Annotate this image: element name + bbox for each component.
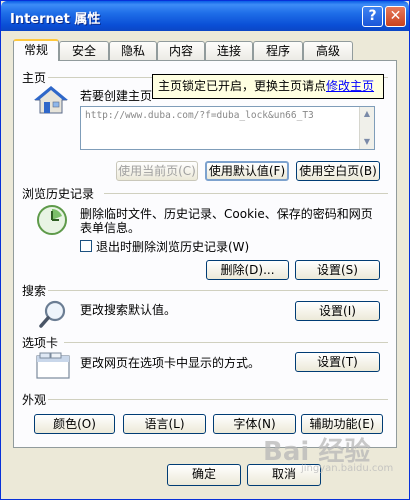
change-homepage-link[interactable]: 修改主页 <box>326 79 374 93</box>
history-divider <box>104 193 388 194</box>
languages-button[interactable]: 语言(L) <box>123 414 206 434</box>
title-bar[interactable]: Internet 属性 ? ✕ <box>1 1 409 31</box>
search-settings-button[interactable]: 设置(I) <box>295 301 380 321</box>
delete-on-exit-checkbox[interactable] <box>80 240 92 252</box>
homepage-url-text: http://www.duba.com/?f=duba_lock&un66_T3 <box>85 110 314 121</box>
home-section-label: 主页 <box>22 71 47 85</box>
tooltip-text: 主页锁定已开启，更换主页请点 <box>158 79 327 93</box>
house-icon <box>34 85 68 118</box>
appearance-section-label: 外观 <box>22 393 47 407</box>
general-panel: 主页 若要创建主页 主页锁定已开启，更换主页请点修改主页 http://www.… <box>13 60 397 448</box>
delete-history-button[interactable]: 删除(D)... <box>206 260 289 280</box>
use-default-button[interactable]: 使用默认值(F) <box>205 161 289 181</box>
window-title: Internet 属性 <box>10 12 101 27</box>
internet-options-window: Internet 属性 ? ✕ 常规 安全 隐私 内容 连接 程序 高级 主页 … <box>0 0 410 500</box>
tab-general[interactable]: 常规 <box>13 39 59 61</box>
tab-advanced[interactable]: 高级 <box>303 41 353 60</box>
delete-on-exit-label[interactable]: 退出时删除浏览历史记录(W) <box>96 238 249 255</box>
colors-button[interactable]: 颜色(O) <box>34 414 115 434</box>
tab-privacy[interactable]: 隐私 <box>109 41 157 60</box>
url-scrollbar[interactable]: ▲ ▼ <box>359 107 374 149</box>
close-button[interactable]: ✕ <box>385 6 406 27</box>
home-description: 若要创建主页 <box>80 89 153 103</box>
ok-button[interactable]: 确定 <box>167 464 241 486</box>
help-button[interactable]: ? <box>362 6 383 27</box>
history-section-label: 浏览历史记录 <box>22 187 95 201</box>
tabs-section-label: 选项卡 <box>22 336 59 350</box>
use-current-button[interactable]: 使用当前页(C) <box>116 161 198 181</box>
tab-programs[interactable]: 程序 <box>253 41 303 60</box>
history-settings-button[interactable]: 设置(S) <box>295 260 380 280</box>
scroll-up-icon[interactable]: ▲ <box>361 108 373 120</box>
appearance-divider <box>48 399 388 400</box>
tabs-divider <box>64 342 388 343</box>
tab-connections[interactable]: 连接 <box>205 41 253 60</box>
search-section-label: 搜索 <box>22 284 47 298</box>
magnifier-icon <box>38 299 68 332</box>
homepage-lock-tooltip: 主页锁定已开启，更换主页请点修改主页 <box>152 74 384 99</box>
watermark-url: jingyan.baidu.com <box>301 463 394 474</box>
tab-security[interactable]: 安全 <box>59 41 109 60</box>
homepage-url-field[interactable]: http://www.duba.com/?f=duba_lock&un66_T3… <box>80 106 375 150</box>
tabs-settings-button[interactable]: 设置(T) <box>295 352 380 372</box>
search-description: 更改搜索默认值。 <box>80 303 177 317</box>
search-divider <box>48 290 388 291</box>
tabbed-window-icon <box>36 352 70 383</box>
history-description-line2: 表单信息。 <box>80 221 141 235</box>
scroll-down-icon[interactable]: ▼ <box>361 136 373 148</box>
tabs-description: 更改网页在选项卡中显示的方式。 <box>80 356 261 370</box>
tab-content[interactable]: 内容 <box>157 41 205 60</box>
history-clock-icon <box>36 204 68 239</box>
use-blank-button[interactable]: 使用空白页(B) <box>296 161 380 181</box>
